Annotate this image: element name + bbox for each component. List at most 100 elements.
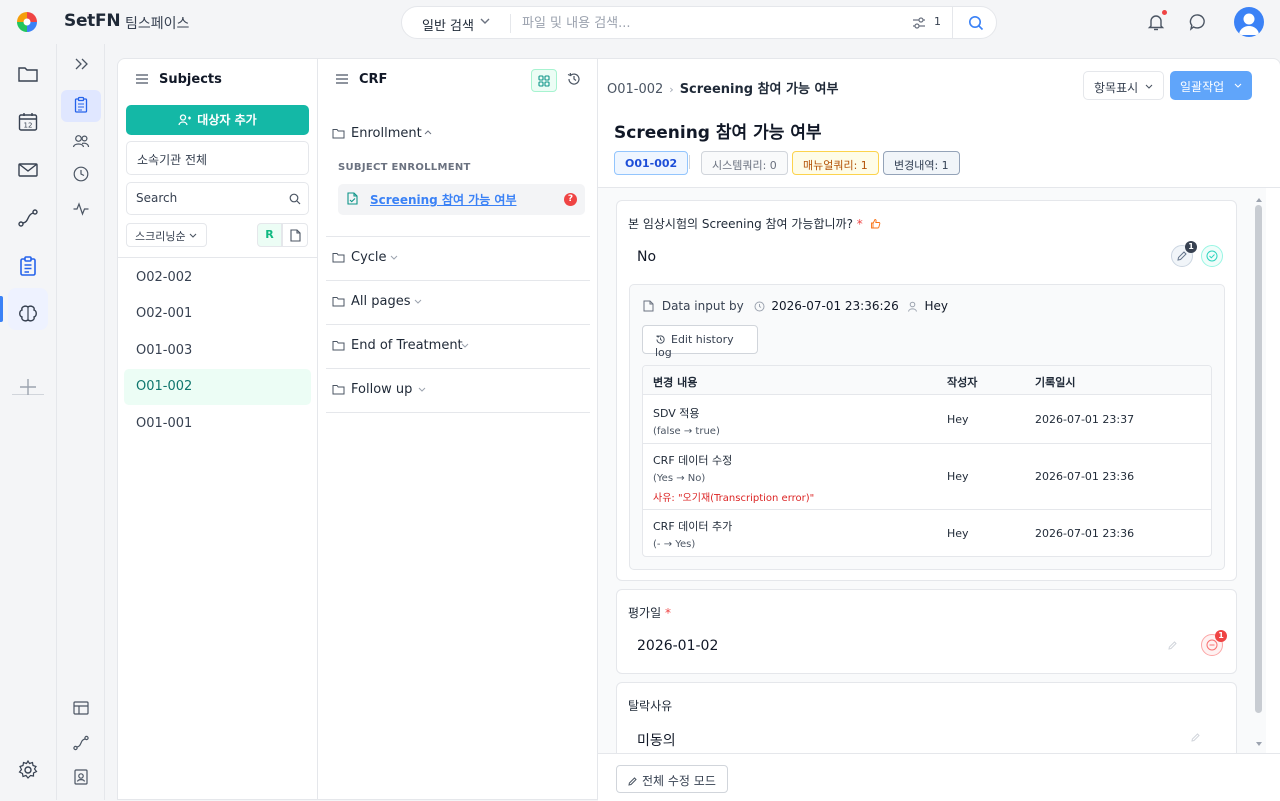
change-log-badge[interactable]: 변경내역: 1	[883, 151, 960, 175]
edit-history-log-label: Edit history log	[655, 333, 734, 359]
manual-query-badge[interactable]: 매뉴얼쿼리: 1	[792, 151, 879, 175]
chevron-down-icon[interactable]	[418, 387, 426, 392]
document-view-button[interactable]	[282, 223, 308, 247]
subject-search-input[interactable]	[136, 191, 286, 205]
folder-icon	[332, 297, 345, 307]
bell-icon[interactable]	[1146, 12, 1166, 32]
calendar-icon[interactable]: 12	[17, 111, 39, 133]
date-cell: 2026-07-01 23:36	[1035, 527, 1135, 540]
menu-icon[interactable]	[335, 73, 349, 85]
subject-item[interactable]: O02-002	[124, 260, 311, 296]
grid-view-button[interactable]	[531, 69, 557, 92]
r-view-button[interactable]: R	[257, 223, 282, 247]
hand-icon[interactable]	[870, 218, 881, 229]
clock-icon[interactable]	[72, 165, 90, 183]
sdv-count-badge: 1	[1185, 241, 1197, 253]
question-label: 평가일 *	[628, 604, 671, 621]
brain-icon[interactable]	[17, 303, 39, 325]
edit-all-mode-button[interactable]: 전체 수정 모드	[616, 765, 728, 793]
search-input[interactable]	[522, 13, 792, 33]
pencil-icon[interactable]	[1190, 732, 1201, 743]
subject-item[interactable]: O01-001	[124, 406, 311, 442]
rail-active-indicator	[0, 296, 3, 322]
change-detail: (- → Yes)	[653, 539, 696, 550]
document-icon	[643, 300, 654, 312]
user-icon	[1239, 13, 1259, 35]
search-icon[interactable]	[968, 15, 984, 31]
required-mark: *	[856, 217, 863, 231]
contact-icon[interactable]	[72, 768, 90, 786]
org-select[interactable]: 소속기관 전체	[126, 141, 309, 175]
chat-icon[interactable]	[1188, 12, 1208, 32]
crf-section-label[interactable]: All pages	[351, 294, 411, 309]
add-subject-button[interactable]: 대상자 추가	[126, 105, 309, 135]
folder-icon	[332, 341, 345, 351]
workspace-name[interactable]: 팀스페이스	[125, 13, 189, 33]
clipboard-icon[interactable]	[72, 96, 90, 114]
show-items-button[interactable]: 항목표시	[1083, 71, 1164, 100]
query-icon	[1206, 639, 1218, 651]
question-label: 본 임상시험의 Screening 참여 가능합니까? *	[628, 215, 881, 232]
chevron-down-icon[interactable]	[461, 343, 469, 348]
crf-form-item-selected[interactable]: Screening 참여 가능 여부 ?	[338, 184, 585, 215]
expand-icon[interactable]	[72, 55, 90, 73]
crf-section-end-of-treatment: End of Treatment	[326, 325, 590, 369]
chevron-down-icon	[189, 233, 197, 238]
user-avatar[interactable]	[1234, 7, 1264, 37]
chevron-down-icon[interactable]	[390, 255, 398, 260]
search-icon[interactable]	[289, 193, 301, 205]
question-card: 탈락사유 미동의	[616, 682, 1237, 753]
sort-select[interactable]: 스크리닝순	[126, 223, 207, 247]
clipboard-icon[interactable]	[17, 255, 39, 277]
pencil-icon[interactable]	[1167, 640, 1178, 651]
answer-value[interactable]: No	[637, 249, 656, 265]
folder-icon[interactable]	[17, 63, 39, 85]
crf-section-label[interactable]: Enrollment	[351, 126, 422, 141]
edit-history-log-button[interactable]: Edit history log	[642, 325, 758, 359]
answer-value[interactable]: 2026-01-02	[637, 638, 718, 654]
change-title: SDV 적용	[653, 407, 700, 420]
pencil-icon	[1177, 251, 1187, 261]
filter-icon[interactable]	[912, 16, 926, 30]
chevron-up-icon[interactable]	[424, 130, 432, 135]
layout-icon[interactable]	[72, 699, 90, 717]
chevron-down-icon[interactable]	[414, 299, 422, 304]
answer-value[interactable]: 미동의	[637, 730, 676, 750]
route-icon[interactable]	[72, 734, 90, 752]
activity-icon[interactable]	[72, 200, 90, 218]
users-icon[interactable]	[72, 132, 90, 150]
input-history-box: Data input by 2026-07-01 23:36:26 Hey Ed…	[629, 284, 1225, 570]
add-icon[interactable]	[17, 376, 39, 398]
author-cell: Hey	[947, 470, 969, 483]
crf-section-label[interactable]: Follow up	[351, 382, 412, 397]
data-input-datetime: 2026-07-01 23:36:26	[771, 299, 899, 313]
verify-button[interactable]	[1201, 245, 1223, 267]
workflow-icon[interactable]	[17, 207, 39, 229]
data-input-user: Hey	[924, 299, 948, 313]
search-mode-select[interactable]: 일반 검색	[422, 15, 474, 34]
show-items-label: 항목표시	[1094, 81, 1139, 95]
mail-icon[interactable]	[17, 159, 39, 181]
crf-section-label[interactable]: Cycle	[351, 250, 387, 265]
breadcrumb-subject[interactable]: O01-002	[607, 82, 663, 97]
chevron-down-icon	[1145, 84, 1153, 89]
subject-item[interactable]: O01-003	[124, 333, 311, 369]
scrollbar[interactable]	[1255, 205, 1262, 713]
system-query-badge[interactable]: 시스템쿼리: 0	[701, 151, 788, 175]
settings-icon[interactable]	[17, 759, 39, 781]
chevron-down-icon	[1234, 83, 1242, 88]
scroll-up-icon[interactable]	[1255, 197, 1263, 203]
bulk-action-button[interactable]: 일괄작업	[1170, 71, 1252, 100]
question-text: 평가일	[628, 606, 662, 620]
folder-icon	[332, 385, 345, 395]
scroll-down-icon[interactable]	[1255, 741, 1263, 747]
subject-item-selected[interactable]: O01-002	[124, 369, 311, 405]
crf-section-label[interactable]: End of Treatment	[351, 338, 463, 353]
chevron-right-icon: ›	[669, 83, 674, 96]
table-row: CRF 데이터 수정 (Yes → No) 사유: "오기재(Transcripti…	[643, 444, 1211, 510]
app-logo-icon[interactable]	[16, 11, 38, 33]
subject-item[interactable]: O02-001	[124, 296, 311, 332]
menu-icon[interactable]	[135, 73, 149, 85]
history-icon[interactable]	[566, 71, 582, 87]
app-rail: 12	[0, 44, 57, 800]
